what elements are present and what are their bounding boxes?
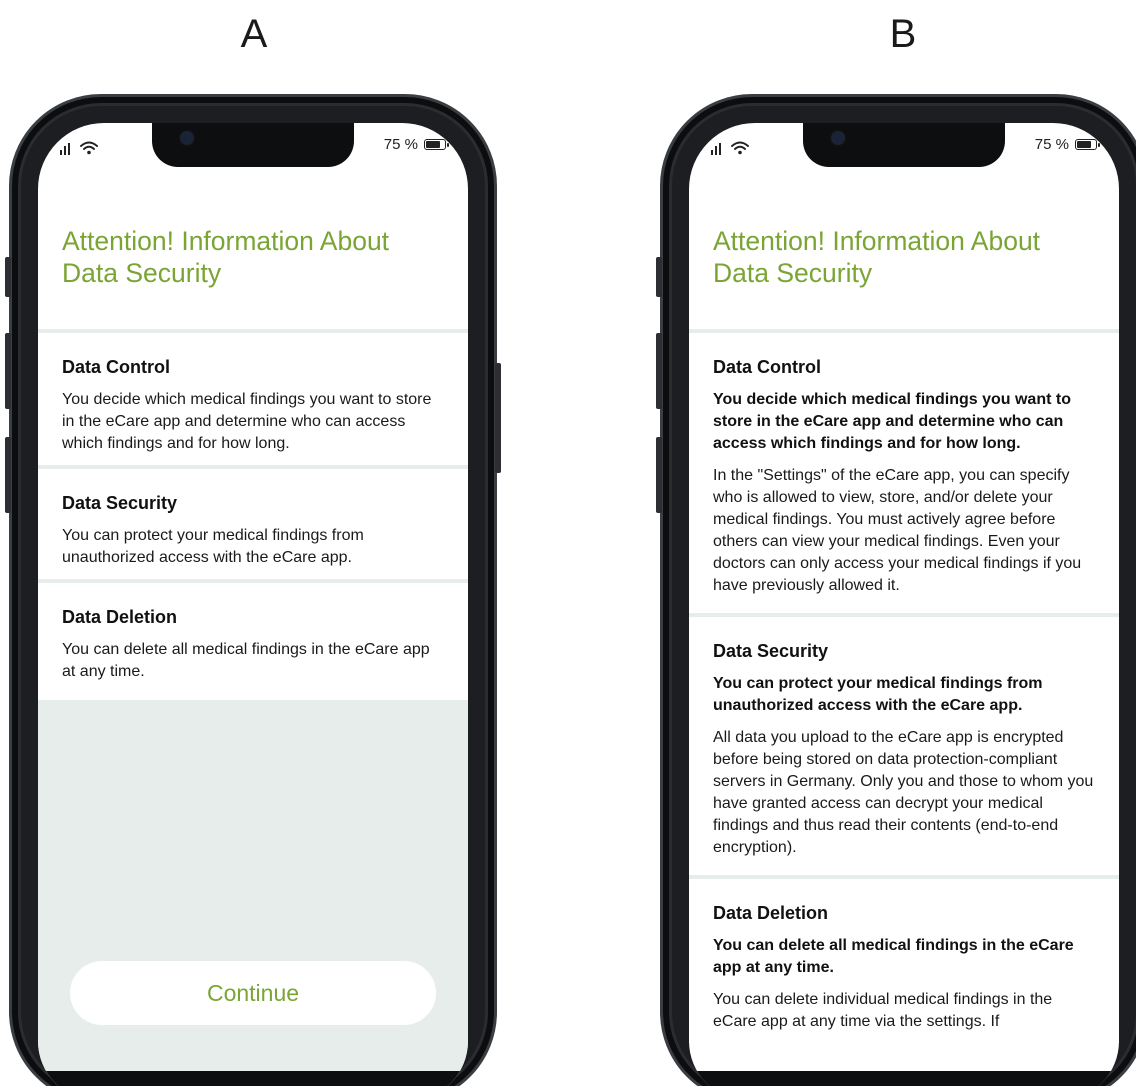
page-title: Attention! Information About Data Securi…	[62, 226, 390, 288]
volume-up-button	[5, 333, 11, 409]
section-lead: You can protect your medical findings fr…	[713, 675, 1043, 714]
screen-b: 75 % Attention! Information About Data S…	[689, 123, 1119, 1086]
front-camera	[180, 131, 194, 145]
panel-label-a: A	[240, 12, 268, 56]
power-button	[495, 363, 501, 473]
section-heading: Data Control	[62, 357, 170, 377]
content-b[interactable]: Attention! Information About Data Securi…	[689, 203, 1119, 1086]
page-title: Attention! Information About Data Securi…	[713, 226, 1041, 288]
section-body: You can delete individual medical findin…	[713, 991, 1053, 1030]
section-body: You decide which medical findings you wa…	[62, 391, 432, 452]
phone-a: 75 % Attention! Information About Data S…	[5, 94, 501, 1086]
notch	[152, 123, 354, 167]
wifi-icon	[80, 141, 98, 155]
battery-icon	[424, 139, 449, 150]
section-body: All data you upload to the eCare app is …	[713, 729, 1094, 856]
panel-label-b: B	[889, 12, 917, 56]
phone-b: 75 % Attention! Information About Data S…	[656, 94, 1136, 1086]
section-body: In the "Settings" of the eCare app, you …	[713, 467, 1082, 594]
bottom-area: Continue	[38, 700, 468, 1086]
screen-a: 75 % Attention! Information About Data S…	[38, 123, 468, 1086]
wifi-icon	[731, 141, 749, 155]
section-heading: Data Security	[713, 641, 829, 661]
section-heading: Data Deletion	[713, 903, 829, 923]
battery-percentage: 75 %	[383, 136, 418, 153]
section-data-control: Data Control You decide which medical fi…	[38, 333, 468, 465]
section-data-deletion: Data Deletion You can delete all medical…	[38, 583, 468, 699]
section-body: You can protect your medical findings fr…	[62, 527, 364, 566]
signal-icon	[711, 143, 721, 155]
volume-down-button	[656, 437, 662, 513]
section-body: You can delete all medical findings in t…	[62, 641, 430, 680]
volume-down-button	[5, 437, 11, 513]
screen-bezel-bottom	[38, 1071, 468, 1086]
section-heading: Data Security	[62, 493, 178, 513]
battery-percentage: 75 %	[1034, 136, 1069, 153]
section-heading: Data Deletion	[62, 607, 178, 627]
battery-icon	[1075, 139, 1100, 150]
section-data-deletion: Data Deletion You can delete all medical…	[689, 879, 1119, 1043]
screen-bezel-bottom	[689, 1071, 1119, 1086]
section-lead: You can delete all medical findings in t…	[713, 937, 1074, 976]
mute-switch	[5, 257, 11, 297]
title-block: Attention! Information About Data Securi…	[689, 203, 1119, 329]
title-block: Attention! Information About Data Securi…	[38, 203, 468, 329]
section-data-security: Data Security You can protect your medic…	[38, 469, 468, 579]
section-heading: Data Control	[713, 357, 821, 377]
section-data-control: Data Control You decide which medical fi…	[689, 333, 1119, 613]
front-camera	[831, 131, 845, 145]
mute-switch	[656, 257, 662, 297]
volume-up-button	[656, 333, 662, 409]
section-lead: You decide which medical findings you wa…	[713, 391, 1071, 452]
continue-button[interactable]: Continue	[70, 961, 436, 1025]
section-data-security: Data Security You can protect your medic…	[689, 617, 1119, 875]
notch	[803, 123, 1005, 167]
signal-icon	[60, 143, 70, 155]
